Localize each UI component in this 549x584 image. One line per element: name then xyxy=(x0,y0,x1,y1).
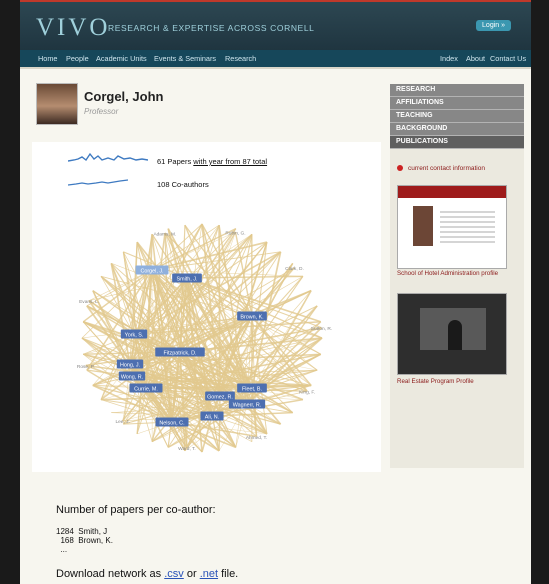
coauthor-network-graph[interactable]: Corgel, J. Smith, J. Brown, K. York, S. Fitz… xyxy=(52,206,352,464)
page: VIVO RESEARCH & EXPERTISE ACROSS CORNELL… xyxy=(20,0,531,584)
nav-academic-units[interactable]: Academic Units xyxy=(96,54,147,63)
network-node[interactable]: Sutton, R. xyxy=(311,326,332,332)
network-node[interactable]: York, S. xyxy=(120,329,148,339)
network-node-label: Clark, D. xyxy=(285,266,304,272)
nav-contact-us[interactable]: Contact Us xyxy=(490,54,526,63)
network-node-label: Wagnerr, R. xyxy=(233,402,262,408)
network-node[interactable]: Smith, J. xyxy=(172,273,202,283)
sidebar-item-background[interactable]: BACKGROUND xyxy=(390,123,524,136)
real-estate-profile-link[interactable]: Real Estate Program Profile xyxy=(397,378,474,385)
network-node[interactable]: Fitzpatrick, D. xyxy=(155,347,205,357)
coauthor-counts-list: 1284 Smith, J 168 Brown, K. ... xyxy=(56,527,113,554)
hotel-school-profile-link[interactable]: School of Hotel Administration profile xyxy=(397,270,498,277)
network-node[interactable]: Ward, T. xyxy=(178,446,196,452)
network-node-label: York, S. xyxy=(125,332,144,338)
real-estate-profile-thumbnail[interactable] xyxy=(397,293,507,375)
network-node[interactable]: Ali, N. xyxy=(200,411,224,421)
nav-research[interactable]: Research xyxy=(225,54,256,63)
sidebar-item-affiliations[interactable]: AFFILIATIONS xyxy=(390,97,524,110)
network-node[interactable]: Corgel, J. xyxy=(135,265,169,275)
network-node-label: Sutton, R. xyxy=(311,326,332,332)
network-node-label: Evans, L. xyxy=(79,299,99,305)
sidebar-item-teaching[interactable]: TEACHING xyxy=(390,110,524,123)
plus-icon xyxy=(397,165,403,172)
network-node-label: Smith, J. xyxy=(177,276,198,282)
network-node[interactable]: King, F. xyxy=(299,390,315,396)
coauthors-sparkline xyxy=(68,179,128,186)
site-tagline: RESEARCH & EXPERTISE ACROSS CORNELL xyxy=(108,23,315,33)
network-node[interactable]: Rubin, G. xyxy=(225,230,245,236)
network-node[interactable]: Brown, K. xyxy=(237,311,267,321)
coauthor-count-row: 1284 Smith, J xyxy=(56,527,108,536)
network-node-label: Hong, J. xyxy=(120,362,140,368)
download-csv-link[interactable]: .csv xyxy=(164,568,184,580)
network-node[interactable]: Lee, J. xyxy=(115,419,129,425)
nav-index[interactable]: Index xyxy=(440,54,458,63)
network-edge xyxy=(218,395,221,451)
profile-photo xyxy=(36,83,78,125)
contact-info-link[interactable]: current contact information xyxy=(397,165,485,172)
sidebar-item-research[interactable]: RESEARCH xyxy=(390,84,524,97)
papers-year-link[interactable]: with year from 87 total xyxy=(193,157,267,166)
network-node[interactable]: Fleet, B. xyxy=(237,383,267,393)
network-node[interactable]: Nelson, C. xyxy=(155,417,189,427)
download-net-link[interactable]: .net xyxy=(200,568,218,580)
network-node-label: Ward, T. xyxy=(178,446,196,452)
nav-people[interactable]: People xyxy=(66,54,89,63)
network-node-label: Lee, J. xyxy=(115,419,129,425)
network-node-label: Currie, M. xyxy=(134,386,158,392)
network-node[interactable]: Wong, R. xyxy=(118,371,146,381)
sidebar-item-publications[interactable]: PUBLICATIONS xyxy=(390,136,524,149)
papers-sparkline xyxy=(68,152,148,162)
nav-divider xyxy=(20,67,531,69)
network-node-label: Rose, P. xyxy=(77,364,95,370)
network-node-label: King, F. xyxy=(299,390,315,396)
main-nav: Home People Academic Units Events & Semi… xyxy=(20,50,531,67)
network-node[interactable]: Rose, P. xyxy=(77,364,95,370)
network-node[interactable]: Ahmed, T. xyxy=(246,435,268,441)
network-node-label: Fitzpatrick, D. xyxy=(164,350,197,356)
hotel-school-profile-thumbnail[interactable] xyxy=(397,185,507,269)
network-node[interactable]: Gomez, R. xyxy=(205,391,235,401)
network-node-label: Nelson, C. xyxy=(159,420,184,426)
coauthor-count-row: 168 Brown, K. xyxy=(56,536,113,545)
network-node[interactable]: Currie, M. xyxy=(129,383,163,393)
nav-home[interactable]: Home xyxy=(38,54,57,63)
network-node-label: Brown, K. xyxy=(240,314,263,320)
login-button[interactable]: Login » xyxy=(476,20,511,31)
site-header: VIVO RESEARCH & EXPERTISE ACROSS CORNELL… xyxy=(20,2,531,50)
profile-title: Professor xyxy=(84,107,119,116)
network-node-label: Adams, M. xyxy=(153,231,176,237)
sidebar-menu: RESEARCH AFFILIATIONS TEACHING BACKGROUN… xyxy=(390,84,524,149)
network-node[interactable]: Hong, J. xyxy=(116,359,144,369)
network-node-label: Ali, N. xyxy=(205,414,219,420)
network-node[interactable]: Clark, D. xyxy=(285,266,304,272)
network-node-label: Corgel, J. xyxy=(140,268,163,274)
network-node[interactable]: Evans, L. xyxy=(79,299,99,305)
network-node-label: Rubin, G. xyxy=(225,230,245,236)
network-node[interactable]: Wagnerr, R. xyxy=(228,399,266,409)
download-network-text: Download network as .csv or .net file. xyxy=(56,568,239,580)
profile-name: Corgel, John xyxy=(84,89,164,104)
network-node-label: Wong, R. xyxy=(121,374,143,380)
papers-stat: 61 Papers with year from 87 total xyxy=(157,157,268,166)
coauthor-count-row: ... xyxy=(56,545,68,554)
coauthor-counts-heading: Number of papers per co-author: xyxy=(56,504,216,516)
nav-events-seminars[interactable]: Events & Seminars xyxy=(154,54,216,63)
network-node[interactable]: Adams, M. xyxy=(153,231,176,237)
network-node-label: Ahmed, T. xyxy=(246,435,268,441)
coauthors-stat: 108 Co-authors xyxy=(157,180,209,189)
site-logo[interactable]: VIVO xyxy=(36,14,111,42)
network-node-label: Gomez, R. xyxy=(207,394,233,400)
network-node-label: Fleet, B. xyxy=(242,386,262,392)
nav-about[interactable]: About xyxy=(466,54,485,63)
